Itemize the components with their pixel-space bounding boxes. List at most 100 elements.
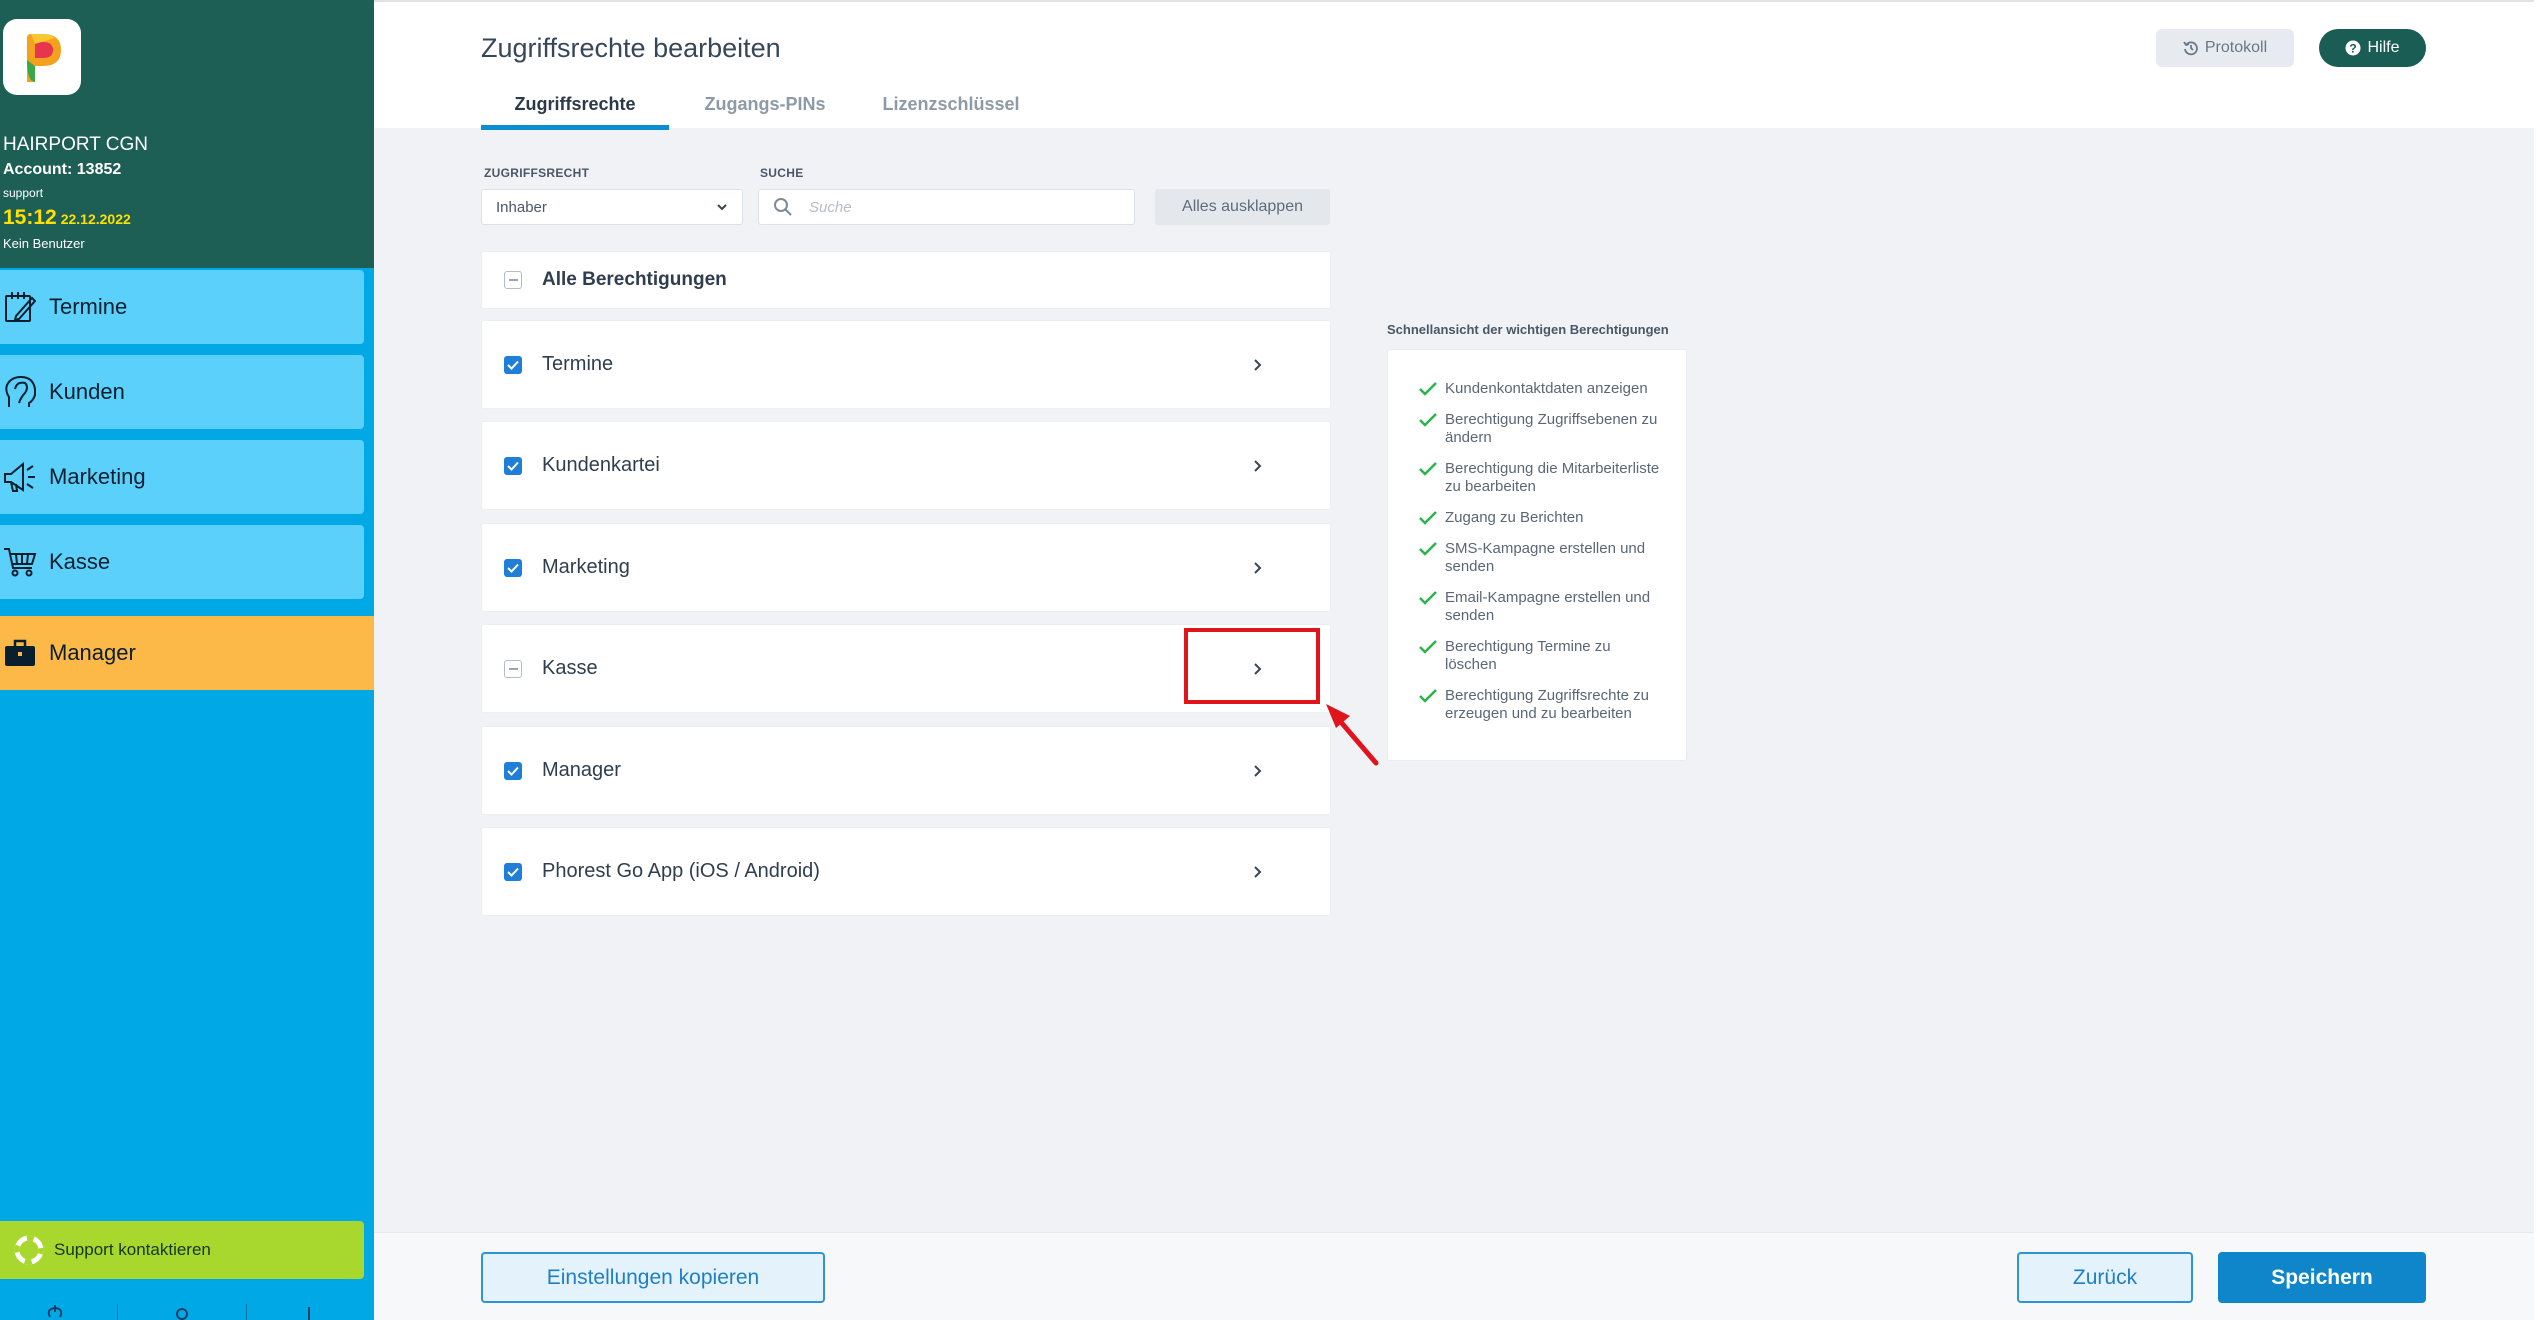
sidebar-item-label: Kasse [49,549,111,574]
checkbox-checked[interactable] [504,355,522,374]
sidebar-item-marketing[interactable]: Marketing [0,440,364,514]
checkbox-checked[interactable] [504,558,522,577]
account-info: HAIRPORT CGN Account: 13852 support 15:1… [3,135,148,250]
search-input[interactable] [809,198,1109,216]
megaphone-icon [3,458,37,496]
main-content: Zugriffsrechte bearbeiten Zugriffsrechte… [374,0,2547,1320]
customer-head-icon [3,373,37,411]
chevron-right-icon[interactable] [1248,456,1268,476]
support-button[interactable]: Support kontaktieren [0,1221,364,1279]
user-name: support [3,186,44,200]
clock: 15:12 22.12.2022 [3,207,148,228]
sidebar-item-label: Termine [49,294,128,319]
permission-row-manager[interactable]: Manager [481,726,1331,815]
quick-view-item: Berechtigung Zugriffsebenen zu ändern [1418,411,1666,447]
salon-name: HAIRPORT CGN [3,134,148,155]
check-icon [1419,382,1437,396]
sidebar-item-manager[interactable]: Manager [0,616,374,690]
check-icon [1419,640,1437,654]
quick-view-item-label: Email-Kampagne erstellen und senden [1445,589,1651,624]
quick-view-item-label: SMS-Kampagne erstellen und senden [1445,540,1646,575]
hilfe-button[interactable]: ? Hilfe [2319,29,2426,67]
checkbox-checked[interactable] [504,761,522,780]
footer-bar: Einstellungen kopieren Zurück Speichern [374,1232,2534,1320]
quick-view-item: SMS-Kampagne erstellen und senden [1418,540,1666,576]
right-edge [2534,0,2547,1320]
annotation-arrow-icon [1326,704,1379,766]
sidebar-item-termine[interactable]: Termine [0,270,364,344]
search-filter-label: SUCHE [760,166,804,180]
chevron-right-icon[interactable] [1248,355,1268,375]
save-button[interactable]: Speichern [2218,1252,2426,1303]
chevron-right-icon[interactable] [1248,862,1268,882]
tab-zugriffsrechte[interactable]: Zugriffsrechte [481,94,669,130]
sidebar-item-kunden[interactable]: Kunden [0,355,364,429]
help-icon: ? [2345,40,2361,56]
quick-view-item-label: Berechtigung die Mitarbeiterliste zu bea… [1445,460,1660,495]
permission-label: Kasse [542,657,598,679]
no-user-label: Kein Benutzer [3,236,85,251]
checkbox-checked[interactable] [504,862,522,881]
phorest-logo[interactable] [3,19,81,95]
check-icon [1419,462,1437,476]
tab-lizenzschluessel[interactable]: Lizenzschlüssel [878,94,1024,130]
permission-row-termine[interactable]: Termine [481,320,1331,409]
quick-view-item: Berechtigung Zugriffsrechte zu erzeugen … [1418,687,1666,723]
sidebar-item-label: Kunden [49,379,125,404]
permission-label: Marketing [542,556,630,578]
check-icon [1419,511,1437,525]
quick-view-item-label: Zugang zu Berichten [1445,509,1584,526]
back-button[interactable]: Zurück [2017,1252,2193,1303]
partial-checkbox[interactable] [504,271,522,289]
chevron-right-icon[interactable] [1248,659,1268,679]
hilfe-label: Hilfe [2367,39,2400,56]
tab-zugangs-pins[interactable]: Zugangs-PINs [697,94,833,130]
sidebar-item-kasse[interactable]: Kasse [0,525,364,599]
sidebar-item-label: Manager [49,640,136,665]
permission-row-phorest-go[interactable]: Phorest Go App (iOS / Android) [481,827,1331,916]
briefcase-icon [3,634,37,672]
chevron-right-icon[interactable] [1248,558,1268,578]
quick-view-item: Berechtigung die Mitarbeiterliste zu bea… [1418,460,1666,496]
all-permissions-label: Alle Berechtigungen [542,269,727,290]
access-level-select[interactable]: Inhaber [481,189,743,225]
permission-row-marketing[interactable]: Marketing [481,523,1331,612]
current-time: 15:12 [3,206,57,229]
protokoll-button[interactable]: Protokoll [2156,29,2294,67]
chevron-right-icon[interactable] [1248,761,1268,781]
expand-all-button[interactable]: Alles ausklappen [1155,189,1330,225]
sidebar-bottom-bar [0,1300,374,1320]
quick-view-item-label: Berechtigung Zugriffsrechte zu erzeugen … [1445,687,1650,722]
shopping-cart-icon [3,543,37,581]
permission-label: Kundenkartei [542,454,660,476]
page-title: Zugriffsrechte bearbeiten [481,33,781,63]
support-label: Support kontaktieren [54,1240,211,1259]
permission-label: Termine [542,353,614,375]
power-icon[interactable] [44,1305,66,1320]
lock-icon[interactable] [298,1305,320,1320]
permission-row-kundenkartei[interactable]: Kundenkartei [481,421,1331,510]
partial-checkbox[interactable] [504,659,522,678]
sidebar-item-label: Marketing [49,464,146,489]
quick-view-item-label: Berechtigung Termine zu löschen [1445,638,1611,673]
svg-text:?: ? [2350,42,2357,56]
permission-label: Manager [542,759,621,781]
quick-view-item: Kundenkontaktdaten anzeigen [1418,380,1666,398]
quick-view-item: Email-Kampagne erstellen und senden [1418,589,1666,625]
quick-view-title: Schnellansicht der wichtigen Berechtigun… [1387,322,1669,337]
chevron-down-icon [716,200,728,217]
calendar-edit-icon [3,288,37,326]
history-icon [2183,40,2199,56]
permission-row-kasse[interactable]: Kasse [481,624,1331,713]
all-permissions-row[interactable]: Alle Berechtigungen [481,251,1331,309]
checkbox-checked[interactable] [504,456,522,475]
quick-view-item: Berechtigung Termine zu löschen [1418,638,1666,674]
permission-label: Phorest Go App (iOS / Android) [542,860,820,882]
quick-view-item-label: Berechtigung Zugriffsebenen zu ändern [1445,411,1658,446]
protokoll-label: Protokoll [2204,39,2268,56]
lifebuoy-icon [14,1235,44,1265]
search-icon [771,195,795,219]
quick-view-panel: Kundenkontaktdaten anzeigen Berechtigung… [1387,349,1687,761]
user-icon[interactable] [171,1305,193,1320]
copy-settings-button[interactable]: Einstellungen kopieren [481,1252,825,1303]
